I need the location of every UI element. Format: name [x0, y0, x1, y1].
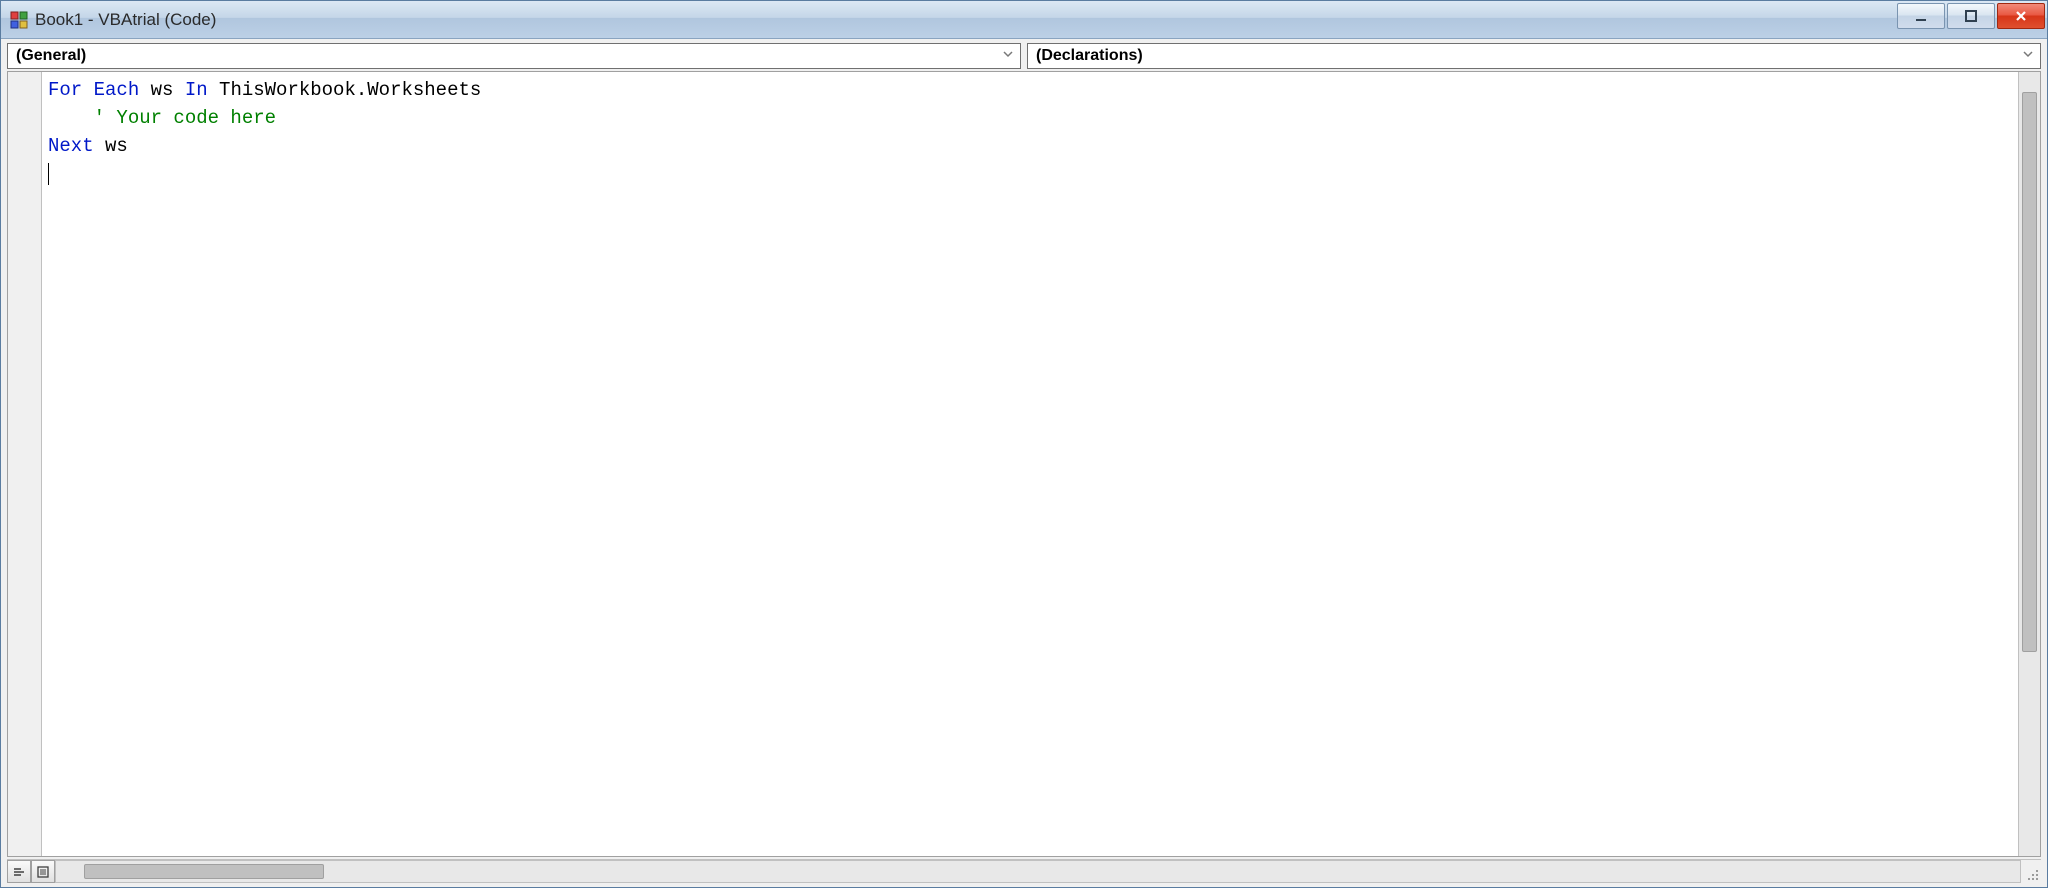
close-button[interactable] [1997, 3, 2045, 29]
full-module-view-button[interactable] [31, 860, 55, 883]
chevron-down-icon [2022, 47, 2034, 65]
chevron-down-icon [1002, 47, 1014, 65]
window-controls [1895, 3, 2045, 29]
procedure-view-button[interactable] [7, 860, 31, 883]
object-dropdown-value: (General) [16, 47, 86, 65]
dropdown-bar: (General) (Declarations) [1, 39, 2047, 71]
minimize-button[interactable] [1897, 3, 1945, 29]
titlebar[interactable]: Book1 - VBAtrial (Code) [1, 1, 2047, 39]
window-title: Book1 - VBAtrial (Code) [35, 10, 216, 30]
horizontal-scrollbar[interactable] [55, 860, 2021, 883]
procedure-dropdown-value: (Declarations) [1036, 47, 1143, 65]
scrollbar-thumb[interactable] [84, 864, 324, 879]
resize-grip-icon[interactable] [2021, 860, 2041, 883]
bottom-bar [7, 859, 2041, 883]
scrollbar-thumb[interactable] [2022, 92, 2037, 652]
maximize-button[interactable] [1947, 3, 1995, 29]
code-editor[interactable]: For Each ws In ThisWorkbook.Worksheets '… [42, 72, 2018, 856]
vertical-scrollbar[interactable] [2018, 72, 2040, 856]
view-buttons [7, 860, 55, 883]
module-icon [9, 10, 29, 30]
code-window: Book1 - VBAtrial (Code) (General) [0, 0, 2048, 888]
indicator-margin[interactable] [8, 72, 42, 856]
procedure-dropdown[interactable]: (Declarations) [1027, 43, 2041, 69]
object-dropdown[interactable]: (General) [7, 43, 1021, 69]
editor-area: For Each ws In ThisWorkbook.Worksheets '… [7, 71, 2041, 857]
